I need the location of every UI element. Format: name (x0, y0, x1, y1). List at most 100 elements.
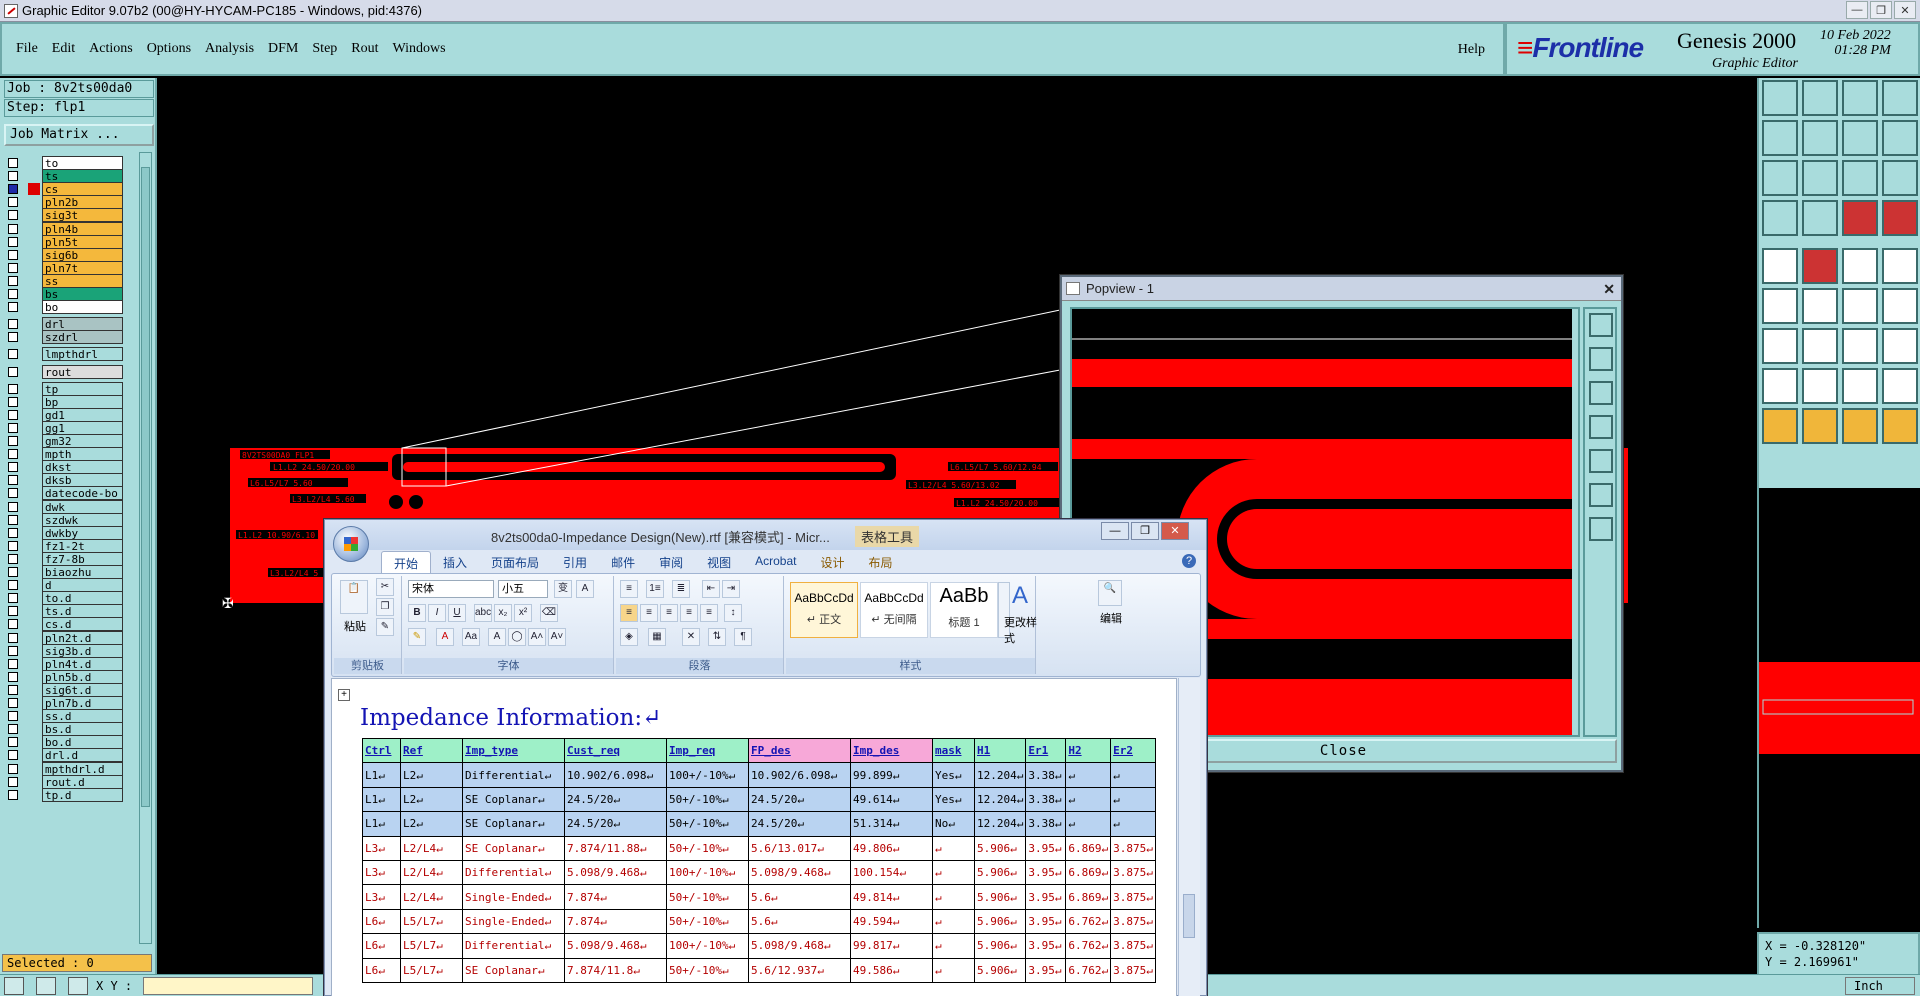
grid-icon[interactable] (1802, 200, 1838, 236)
ribbon-tab[interactable]: 开始 (381, 551, 432, 573)
table-cell[interactable]: L1↵ (362, 811, 401, 837)
table-cell[interactable]: 100.154↵ (850, 859, 933, 886)
layer-checkbox[interactable] (8, 366, 18, 377)
table-cell[interactable]: Differential↵ (462, 933, 565, 959)
layer-row[interactable]: sig3t (4, 208, 124, 223)
layer-name[interactable]: tp.d (42, 787, 123, 802)
layer-checkbox[interactable] (8, 184, 18, 195)
table-cell[interactable]: 99.899↵ (850, 762, 933, 788)
table-cell[interactable]: 49.614↵ (850, 786, 933, 813)
table-cell[interactable]: ↵ (1065, 811, 1112, 837)
layer-checkbox[interactable] (8, 514, 18, 525)
layer-row[interactable]: szdrl (4, 330, 124, 345)
layer-checkbox[interactable] (8, 332, 18, 343)
ribbon-tab[interactable]: 视图 (695, 551, 743, 573)
table-cell[interactable]: L2/L4↵ (400, 859, 463, 886)
italic-icon[interactable]: I (428, 604, 446, 622)
char-shading-icon[interactable]: A (488, 628, 506, 646)
numbering-icon[interactable]: 1≡ (646, 580, 664, 598)
table-cell[interactable]: SE Coplanar↵ (462, 811, 565, 837)
table-row[interactable]: L1↵ L2↵ Differential↵ 10.902/6.098↵ 100+/-10… (362, 762, 1156, 788)
layer-checkbox[interactable] (8, 606, 18, 617)
table-cell[interactable]: 5.098/9.468↵ (748, 933, 851, 959)
align-center-icon[interactable]: ≡ (640, 604, 658, 622)
table-cell[interactable]: L2↵ (400, 762, 463, 788)
table-cell[interactable]: 100+/-10%↵ (666, 859, 749, 886)
table-cell[interactable]: 3.95↵ (1025, 884, 1067, 910)
word-minimize-button[interactable]: — (1101, 522, 1129, 540)
popview-tool-icon[interactable] (1589, 381, 1613, 405)
table-cell[interactable]: 3.95↵ (1025, 933, 1067, 959)
table-row[interactable]: L6↵ L5/L7↵ Differential↵ 5.098/9.468↵ 100+/-… (362, 933, 1156, 959)
table-cell[interactable]: 6.762↵ (1065, 957, 1112, 983)
table-cell[interactable]: 5.906↵ (973, 859, 1027, 886)
layer-row[interactable]: datecode-bo (4, 486, 124, 501)
layer-checkbox[interactable] (8, 289, 18, 299)
table-cell[interactable]: 7.874/11.88↵ (564, 835, 667, 861)
ribbon-tab[interactable]: 审阅 (647, 551, 695, 573)
layer-checkbox[interactable] (8, 567, 18, 577)
change-styles-icon[interactable]: A (1012, 582, 1028, 610)
table-cell[interactable]: ↵ (1065, 762, 1112, 788)
bullets-icon[interactable]: ≡ (620, 580, 638, 598)
layer-row[interactable]: pln5b.d (4, 669, 124, 684)
save-icon[interactable] (1802, 80, 1838, 116)
line-icon[interactable] (1882, 288, 1918, 324)
table-cell[interactable]: L5/L7↵ (400, 933, 463, 959)
table-cell[interactable]: 49.814↵ (850, 884, 933, 910)
cursor-icon[interactable] (1802, 408, 1838, 444)
layer-checkbox[interactable] (8, 724, 18, 735)
rotate-icon[interactable] (1842, 328, 1878, 364)
route-icon[interactable] (1882, 408, 1918, 444)
layer-row[interactable]: rout.d (4, 774, 124, 789)
table-cell[interactable]: SE Coplanar↵ (462, 786, 565, 813)
zoom-icon[interactable] (1802, 248, 1838, 284)
table-row[interactable]: L1↵ L2↵ SE Coplanar↵ 24.5/20↵ 50+/-10%↵ 24.5/… (362, 786, 1156, 813)
table-cell[interactable]: ↵ (932, 957, 975, 983)
layer-row[interactable]: pln5t (4, 234, 124, 249)
layer-name[interactable]: d (42, 578, 123, 593)
minimize-button[interactable]: — (1846, 1, 1868, 19)
layer-checkbox[interactable] (8, 501, 18, 512)
table-cell[interactable]: 24.5/20↵ (564, 786, 667, 813)
table-cell[interactable]: 5.098/9.468↵ (564, 933, 667, 959)
select-tool-icon[interactable] (4, 977, 24, 995)
layer-checkbox[interactable] (8, 249, 18, 260)
layer-checkbox[interactable] (8, 527, 18, 538)
open-icon[interactable] (1762, 80, 1798, 116)
table-move-handle-icon[interactable]: + (338, 689, 350, 701)
menu-file[interactable]: File (16, 41, 38, 57)
table-cell[interactable]: 5.6↵ (748, 908, 851, 935)
ribbon-tab[interactable]: 页面布局 (479, 551, 551, 573)
table-cell[interactable]: 12.204↵ (973, 786, 1027, 813)
snap-tool-icon[interactable] (36, 977, 56, 995)
measure-icon[interactable] (1842, 248, 1878, 284)
table-cell[interactable]: 12.204↵ (973, 762, 1027, 788)
underline-icon[interactable]: U (448, 604, 466, 622)
table-cell[interactable]: 3.38↵ (1025, 786, 1067, 813)
layer-checkbox[interactable] (8, 462, 18, 473)
layer-checkbox[interactable] (8, 684, 18, 695)
layer-name[interactable]: dwkby (42, 525, 123, 540)
shading-icon[interactable]: ◈ (620, 628, 638, 646)
help-icon[interactable]: ? (1182, 554, 1196, 568)
restore-button[interactable]: ❐ (1870, 1, 1892, 19)
table-cell[interactable]: ↵ (932, 908, 975, 935)
table-cell[interactable]: Single-Ended↵ (462, 908, 565, 935)
layer-checkbox[interactable] (8, 436, 18, 446)
layer-row[interactable]: pln4t.d (4, 656, 124, 671)
layer-checkbox[interactable] (8, 645, 18, 656)
table-cell[interactable]: SE Coplanar↵ (462, 835, 565, 861)
resize-icon[interactable] (1882, 368, 1918, 404)
layer-name[interactable]: drl.d (42, 748, 123, 763)
layer-row[interactable]: bs.d (4, 722, 124, 737)
increase-indent-icon[interactable]: ⇥ (722, 580, 740, 598)
popview-tool-icon[interactable] (1589, 347, 1613, 371)
layer-row[interactable]: ts (4, 169, 124, 184)
paste-icon[interactable]: 📋 (340, 580, 368, 614)
table-cell[interactable]: ↵ (1065, 786, 1112, 813)
office-button-icon[interactable] (333, 526, 369, 562)
table-cell[interactable]: 5.098/9.468↵ (564, 859, 667, 886)
ribbon-tab[interactable]: 插入 (431, 551, 479, 573)
table-cell[interactable]: Yes↵ (932, 786, 975, 813)
